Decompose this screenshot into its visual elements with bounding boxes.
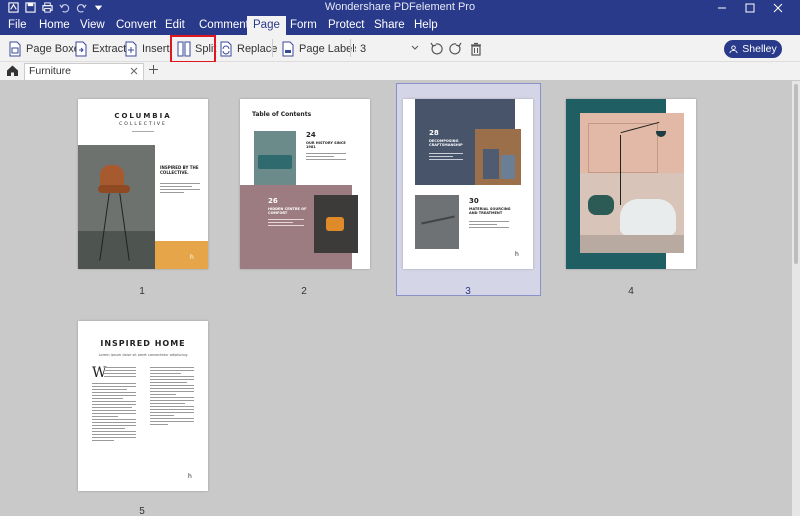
- user-name: Shelley: [742, 43, 777, 55]
- menu-protect[interactable]: Protect: [328, 19, 364, 31]
- body-text-lines: [160, 183, 200, 195]
- page-logo-mark: h: [188, 473, 192, 480]
- menu-file[interactable]: File: [8, 19, 27, 31]
- toolbar-divider: [350, 39, 351, 57]
- menu-form[interactable]: Form: [290, 19, 317, 31]
- insert-button[interactable]: Insert: [124, 39, 170, 59]
- user-account-button[interactable]: Shelley: [724, 40, 782, 58]
- menu-edit[interactable]: Edit: [165, 19, 185, 31]
- trash-icon[interactable]: [468, 41, 484, 57]
- menu-bar: File Home View Convert Edit Comment Page…: [0, 16, 800, 35]
- insert-label: Insert: [142, 43, 170, 55]
- fabric-photo: [415, 195, 459, 249]
- page-logo-mark: h: [515, 251, 519, 258]
- workshop-photo: [475, 129, 521, 185]
- minimize-icon[interactable]: [708, 0, 736, 16]
- new-tab-icon[interactable]: [148, 64, 159, 75]
- page-subheading: Lorem ipsum dolor sit amet consectetur a…: [98, 353, 188, 357]
- page-number-value: 3: [360, 42, 367, 55]
- tab-furniture[interactable]: Furniture: [24, 63, 144, 80]
- page-boxes-icon: [8, 41, 22, 57]
- page-brand-subtitle: COLLECTIVE: [119, 122, 167, 127]
- page-thumbnail-3[interactable]: 28 DECOMPOSING CRAFTSMANSHIP 30 MATERIAL…: [403, 99, 533, 269]
- page-heading: INSPIRED HOME: [100, 339, 186, 348]
- chair-photo: [78, 145, 155, 269]
- user-icon: [729, 44, 738, 53]
- rotate-left-icon[interactable]: [428, 41, 444, 57]
- body-text-lines: [92, 383, 136, 443]
- toc-item-title: HIDDEN CENTRE OF COMFORT: [268, 207, 307, 215]
- document-tab-bar: Furniture: [0, 62, 800, 80]
- split-highlight-box: [170, 35, 216, 63]
- extract-label: Extract: [92, 43, 127, 55]
- toc-item-number: 28: [429, 129, 439, 137]
- body-text-lines: [429, 153, 463, 162]
- extract-icon: [74, 41, 88, 57]
- page-thumbnail-5[interactable]: INSPIRED HOME Lorem ipsum dolor sit amet…: [78, 321, 208, 491]
- maximize-icon[interactable]: [736, 0, 764, 16]
- toc-item-title: DECOMPOSING CRAFTSMANSHIP: [429, 139, 463, 147]
- toc-item-number: 30: [469, 197, 479, 205]
- app-title: Wondershare PDFelement Pro: [324, 1, 476, 13]
- extract-button[interactable]: Extract: [74, 39, 126, 59]
- sofa-photo: [254, 131, 296, 189]
- page-number-label: 5: [139, 506, 145, 516]
- body-text-lines: [306, 153, 346, 162]
- page-heading: Table of Contents: [252, 111, 312, 118]
- body-text-lines: [104, 367, 136, 379]
- page-brand-title: COLUMBIA: [114, 112, 172, 120]
- page-thumbnail-1[interactable]: COLUMBIA COLLECTIVE INSPIRED BY THE COLL…: [78, 99, 208, 269]
- chevron-down-icon: [411, 45, 419, 50]
- page-number-label: 2: [301, 286, 307, 297]
- orange-chair-photo: [314, 195, 358, 253]
- page-logo-mark: h: [190, 254, 194, 261]
- interior-photo: [580, 113, 684, 253]
- scrollbar-thumb[interactable]: [794, 84, 798, 264]
- toc-item-number: 24: [306, 131, 316, 139]
- page-labels-icon: [281, 41, 295, 57]
- tab-label: Furniture: [29, 65, 72, 77]
- toc-item-title: MATERIAL SOURCING AND TREATMENT: [469, 207, 511, 215]
- menu-home[interactable]: Home: [39, 19, 70, 31]
- menu-share[interactable]: Share: [374, 19, 405, 31]
- menu-page[interactable]: Page: [247, 16, 286, 35]
- page-thumbnail-2[interactable]: Table of Contents 24 OUR HISTORY SINCE 1…: [240, 99, 370, 269]
- body-text-lines: [268, 219, 304, 228]
- menu-comment[interactable]: Comment: [199, 19, 249, 31]
- menu-convert[interactable]: Convert: [116, 19, 156, 31]
- replace-button[interactable]: Replace: [219, 39, 277, 59]
- replace-icon: [219, 41, 233, 57]
- page-number-label: 4: [628, 286, 634, 297]
- toc-item-title: OUR HISTORY SINCE 1981: [306, 141, 346, 149]
- insert-icon: [124, 41, 138, 57]
- accent-block: [155, 241, 208, 269]
- page-thumbnail-4[interactable]: [566, 99, 696, 269]
- page-number-label: 1: [139, 286, 145, 297]
- page-tagline: INSPIRED BY THE COLLECTIVE.: [160, 165, 199, 175]
- toc-item-number: 26: [268, 197, 278, 205]
- rotate-right-icon[interactable]: [448, 41, 464, 57]
- body-text-lines: [469, 221, 509, 230]
- close-icon[interactable]: [764, 0, 792, 16]
- body-text-lines: [150, 367, 194, 427]
- page-number-label: 3: [465, 286, 471, 297]
- page-rule: [132, 131, 154, 132]
- home-icon[interactable]: [6, 64, 19, 77]
- title-bar: Wondershare PDFelement Pro: [0, 0, 800, 16]
- page-labels-button[interactable]: Page Labels: [281, 39, 360, 59]
- menu-view[interactable]: View: [80, 19, 105, 31]
- close-tab-icon[interactable]: [130, 67, 138, 75]
- toolbar-divider: [272, 39, 273, 57]
- page-number-select[interactable]: 3: [356, 40, 422, 57]
- menu-help[interactable]: Help: [414, 19, 438, 31]
